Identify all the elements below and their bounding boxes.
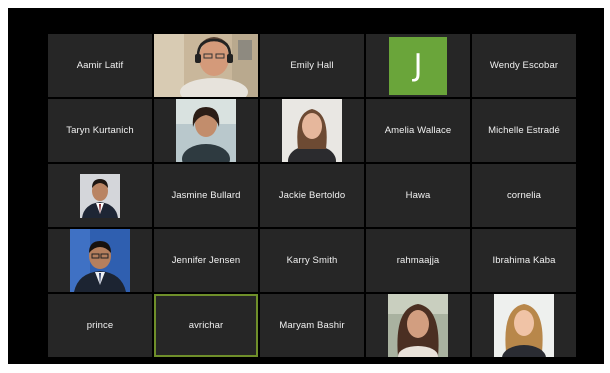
profile-woman-curly-hair-icon: [388, 294, 448, 357]
participant-name: Karry Smith: [286, 255, 338, 266]
profile-man-blue-background-icon: [70, 229, 130, 292]
webcam-man-headset-icon: [154, 34, 258, 97]
participant-name: Ibrahima Kaba: [492, 255, 556, 266]
participant-name: Emily Hall: [290, 60, 334, 71]
participant-name: Wendy Escobar: [489, 60, 559, 71]
participant-tile[interactable]: Jasmine Bullard: [154, 164, 258, 227]
participant-name: rahmaajja: [396, 255, 440, 266]
participant-photo-tile[interactable]: [472, 294, 576, 357]
participant-name: Jennifer Jensen: [171, 255, 241, 266]
participant-tile[interactable]: Amelia Wallace: [366, 99, 470, 162]
participant-name: Aamir Latif: [76, 60, 124, 71]
profile-woman-blonde-icon: [494, 294, 554, 357]
participant-tile[interactable]: Aamir Latif: [48, 34, 152, 97]
participant-photo-tile[interactable]: [48, 164, 152, 227]
participant-gallery: Aamir Latif Emily Hall J Wendy Escobar T…: [48, 34, 578, 360]
participant-name: Maryam Bashir: [279, 320, 345, 331]
participant-avatar: J: [389, 36, 447, 95]
participant-tile[interactable]: Taryn Kurtanich: [48, 99, 152, 162]
participant-name: Michelle Estradé: [488, 125, 560, 136]
participant-tile[interactable]: Emily Hall: [260, 34, 364, 97]
participant-tile-active-speaker[interactable]: avrichar: [154, 294, 258, 357]
participant-name: avrichar: [188, 320, 224, 331]
participant-name: cornelia: [506, 190, 542, 201]
participant-tile[interactable]: Jackie Bertoldo: [260, 164, 364, 227]
participant-tile[interactable]: Wendy Escobar: [472, 34, 576, 97]
participant-tile[interactable]: Jennifer Jensen: [154, 229, 258, 292]
participant-tile[interactable]: Hawa: [366, 164, 470, 227]
participant-tile[interactable]: rahmaajja: [366, 229, 470, 292]
avatar-initial: J: [413, 48, 423, 83]
participant-name: Hawa: [405, 190, 431, 201]
participant-tile[interactable]: prince: [48, 294, 152, 357]
profile-man-suit-icon: [80, 174, 120, 218]
participant-tile[interactable]: Karry Smith: [260, 229, 364, 292]
participant-tile[interactable]: cornelia: [472, 164, 576, 227]
participant-photo-tile[interactable]: [366, 294, 470, 357]
participant-photo-tile[interactable]: [48, 229, 152, 292]
participant-name: Jackie Bertoldo: [278, 190, 346, 201]
profile-woman-long-hair-icon: [282, 99, 342, 162]
participant-name: Taryn Kurtanich: [66, 125, 134, 136]
participant-tile[interactable]: Michelle Estradé: [472, 99, 576, 162]
profile-woman-dark-hair-icon: [176, 99, 236, 162]
participant-name: prince: [86, 320, 114, 331]
participant-tile[interactable]: J: [366, 34, 470, 97]
participant-tile[interactable]: Ibrahima Kaba: [472, 229, 576, 292]
participant-photo-tile[interactable]: [154, 99, 258, 162]
participant-photo-tile[interactable]: [260, 99, 364, 162]
participant-video-tile[interactable]: [154, 34, 258, 97]
participant-tile[interactable]: Maryam Bashir: [260, 294, 364, 357]
participant-name: Jasmine Bullard: [171, 190, 241, 201]
participant-name: Amelia Wallace: [384, 125, 452, 136]
